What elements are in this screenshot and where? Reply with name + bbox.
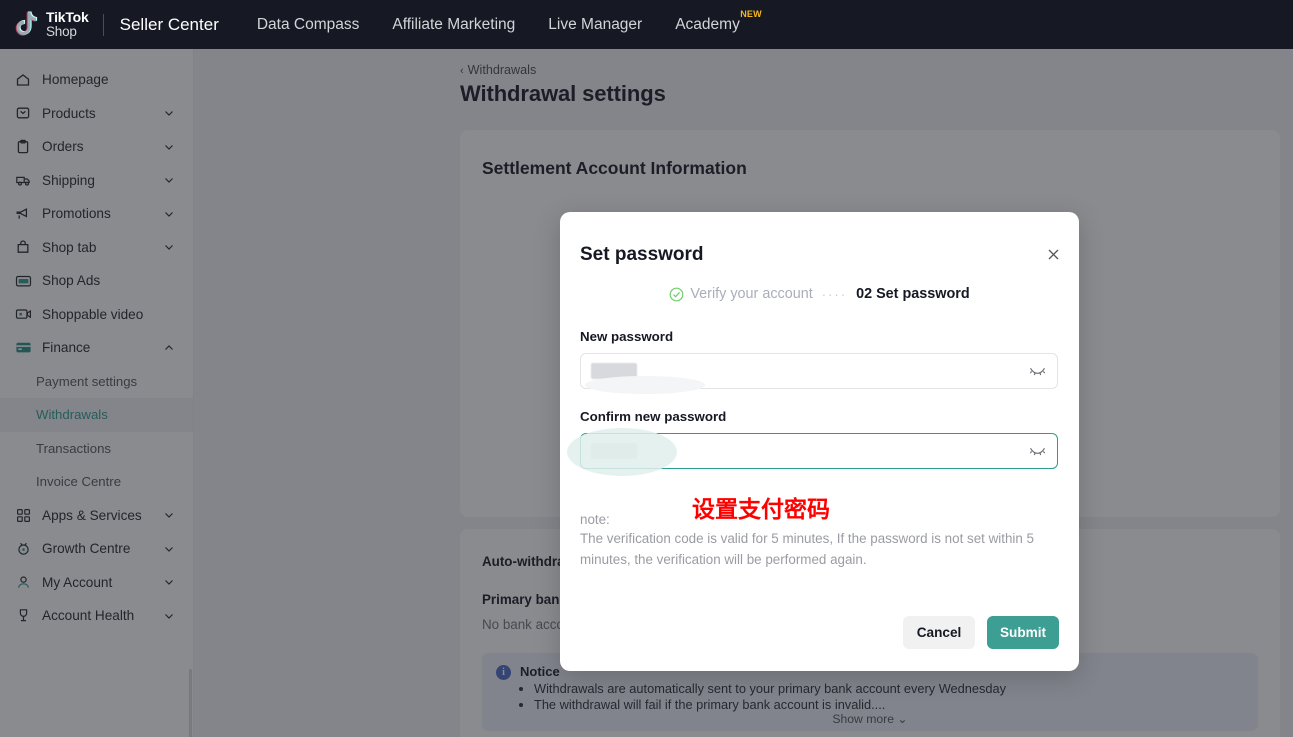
confirm-password-input[interactable] — [567, 428, 1058, 476]
dialog-actions: Cancel Submit — [903, 616, 1059, 649]
cancel-button[interactable]: Cancel — [903, 616, 975, 649]
nav-item-data-compass[interactable]: Data Compass — [257, 16, 360, 34]
step-verify-label: Verify your account — [690, 286, 813, 302]
nav-item-seller-center[interactable]: Seller Center — [120, 15, 219, 35]
new-password-input[interactable] — [580, 353, 1058, 394]
check-circle-icon — [669, 287, 684, 302]
note-block: 设置支付密码 note: The verification code is va… — [580, 497, 1050, 570]
logo-brand: TikTok — [46, 9, 89, 26]
redacted-value — [591, 443, 637, 459]
new-password-group: New password — [580, 329, 1058, 394]
modal-overlay-sidebar[interactable] — [0, 49, 194, 737]
nav-item-academy[interactable]: Academy NEW — [675, 9, 761, 34]
note-body: The verification code is valid for 5 min… — [580, 531, 1035, 567]
logo-sub: Shop — [46, 23, 77, 39]
chinese-annotation: 设置支付密码 — [692, 497, 830, 523]
nav-item-affiliate-marketing[interactable]: Affiliate Marketing — [392, 16, 515, 34]
eye-off-icon[interactable] — [1029, 364, 1046, 380]
top-navigation-bar: TikTok Shop Seller Center Data Compass A… — [0, 0, 1293, 49]
nav-item-academy-label: Academy — [675, 15, 740, 33]
dialog-stepper: Verify your account ···· 02 Set password — [560, 286, 1079, 302]
new-badge: NEW — [740, 8, 762, 19]
close-icon[interactable] — [1044, 245, 1062, 263]
confirm-password-label: Confirm new password — [580, 409, 727, 424]
tiktok-note-icon — [14, 10, 40, 40]
app-root: TikTok Shop Seller Center Data Compass A… — [0, 0, 1293, 737]
redacted-value — [591, 363, 637, 379]
set-password-dialog: Set password Verify your account ···· 02… — [560, 212, 1079, 671]
logo-wordmark: TikTok Shop — [46, 10, 89, 38]
submit-button[interactable]: Submit — [987, 616, 1059, 649]
eye-off-icon[interactable] — [1029, 444, 1046, 460]
new-password-label: New password — [580, 329, 674, 344]
confirm-password-group: Confirm new password — [567, 409, 1058, 476]
dialog-title: Set password — [580, 244, 704, 265]
step-connector: ···· — [821, 286, 848, 302]
step-set-password-label: 02 Set password — [856, 286, 970, 302]
step-verify-account[interactable]: Verify your account — [669, 286, 813, 302]
nav-divider — [102, 13, 104, 36]
nav-item-live-manager[interactable]: Live Manager — [548, 16, 642, 34]
tiktok-shop-logo[interactable]: TikTok Shop — [14, 10, 89, 40]
